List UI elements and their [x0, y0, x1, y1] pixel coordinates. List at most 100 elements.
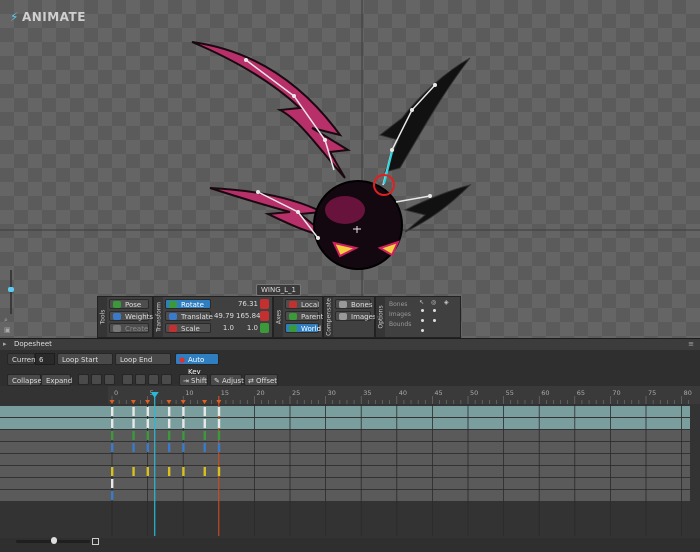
- axes-local-button[interactable]: Local: [285, 299, 319, 309]
- trash-icon[interactable]: [161, 374, 172, 385]
- compensate-panel: Compensate Bones Images: [323, 296, 377, 338]
- lock-keys-icon[interactable]: [91, 374, 102, 385]
- keyframe-anim: [111, 407, 114, 416]
- ruler-frame-label: 40: [399, 389, 407, 397]
- keyframe-bone: [132, 419, 135, 428]
- expand-button[interactable]: Expand: [41, 374, 72, 386]
- ruler-frame-label: 30: [328, 389, 336, 397]
- fit-view-icon[interactable]: ▣: [4, 326, 14, 334]
- ruler-frame-label: 75: [648, 389, 656, 397]
- loop-start-button[interactable]: Loop Start: [57, 353, 113, 365]
- options-select-icon[interactable]: ↖: [419, 299, 426, 306]
- keyframe-anim: [146, 407, 149, 416]
- tools-panel: Tools Pose Weights Create: [97, 296, 153, 338]
- ruler-frame-label: 10: [185, 389, 193, 397]
- timeline-row: [0, 442, 690, 453]
- animation-viewport[interactable]: ⚡ ANIMATE ⌕ ▣ WING_L_1 Tools Pose Weight…: [0, 0, 700, 338]
- auto-key-button[interactable]: ● Auto Key: [175, 353, 219, 376]
- keyframe-attach: [132, 467, 135, 476]
- ruler-frame-label: 80: [684, 389, 692, 397]
- adjust-button[interactable]: ✎ Adjust: [210, 374, 244, 386]
- timeline-row: [0, 454, 690, 465]
- translate-key-button[interactable]: [260, 311, 269, 321]
- keyframe-bone: [182, 419, 185, 428]
- options-images-select-toggle[interactable]: [421, 319, 424, 322]
- options-bones-visible-toggle[interactable]: [433, 309, 436, 312]
- home-icon[interactable]: [78, 374, 89, 385]
- pink-wing-upper: [191, 41, 352, 179]
- options-images-label: Images: [389, 311, 411, 318]
- keyframe-attach: [167, 467, 171, 476]
- current-frame-input[interactable]: 6: [35, 353, 55, 365]
- options-visible-icon[interactable]: ◎: [431, 299, 438, 306]
- keyframe-flip: [111, 479, 114, 488]
- keyframe-translate: [167, 443, 171, 452]
- shift-button[interactable]: ⇥ Shift: [179, 374, 208, 386]
- bones-icon: [339, 301, 347, 308]
- keyframe-bone: [167, 419, 171, 428]
- zoom-slider-thumb[interactable]: [8, 287, 14, 292]
- options-images-visible-toggle[interactable]: [433, 319, 436, 322]
- copy-icon[interactable]: [122, 374, 133, 385]
- timeline-row: [0, 490, 690, 501]
- rotate-tool-button[interactable]: Rotate: [165, 299, 211, 309]
- pose-icon: [113, 301, 121, 308]
- translate-y-value[interactable]: 165.84: [236, 311, 261, 321]
- weights-tool-button[interactable]: Weights: [109, 311, 153, 321]
- compensate-bones-button[interactable]: Bones: [335, 299, 372, 309]
- translate-icon: [169, 313, 177, 320]
- offset-button[interactable]: ⇄ Offset: [244, 374, 278, 386]
- create-icon: [113, 325, 121, 332]
- keyframe-anim: [167, 407, 171, 416]
- character-artwork: [0, 0, 700, 338]
- local-axes-icon: [289, 301, 297, 308]
- options-bones-select-toggle[interactable]: [421, 309, 424, 312]
- axes-world-button[interactable]: World: [285, 323, 321, 333]
- scale-tool-button[interactable]: Scale: [165, 323, 211, 333]
- timeline-zoom-end-icon[interactable]: [92, 538, 99, 545]
- rotate-key-button[interactable]: [260, 299, 269, 309]
- keyframe-rotate: [217, 431, 221, 440]
- scale-x-value[interactable]: 1.0: [212, 323, 234, 333]
- loop-end-button[interactable]: Loop End: [115, 353, 171, 365]
- keyframe-translate: [146, 443, 149, 452]
- scale-y-value[interactable]: 1.0: [236, 323, 258, 333]
- compensate-images-button[interactable]: Images: [335, 311, 377, 321]
- axes-parent-button[interactable]: Parent: [285, 311, 323, 321]
- keyframe-draworder: [111, 491, 114, 500]
- timeline-zoom-thumb[interactable]: [51, 537, 57, 544]
- keyframe-translate: [203, 443, 206, 452]
- scale-key-button[interactable]: [260, 323, 269, 333]
- panel-menu-icon[interactable]: ≡: [688, 340, 694, 348]
- options-bounds-select-toggle[interactable]: [421, 329, 424, 332]
- dopesheet-icon: ▸: [3, 340, 7, 348]
- options-tag-icon[interactable]: ◈: [444, 299, 451, 306]
- ruler-frame-label: 50: [470, 389, 478, 397]
- zoom-slider[interactable]: [10, 270, 12, 314]
- delete-key-icon[interactable]: [148, 374, 159, 385]
- ruler-frame-label: 60: [541, 389, 549, 397]
- options-bones-label: Bones: [389, 301, 408, 308]
- zoom-icon[interactable]: ⌕: [4, 316, 14, 324]
- keyframe-anim: [132, 407, 135, 416]
- ghost-icon[interactable]: [104, 374, 115, 385]
- rotate-icon: [169, 301, 177, 308]
- parent-axes-icon: [289, 313, 297, 320]
- dopesheet-timeline[interactable]: 05101520253035404550556065707580: [0, 386, 700, 538]
- create-tool-button[interactable]: Create: [109, 323, 149, 333]
- translate-tool-button[interactable]: Translate: [165, 311, 213, 321]
- keyframe-bone: [146, 419, 149, 428]
- keyframe-translate: [111, 443, 114, 452]
- keyframe-attach: [182, 467, 185, 476]
- pose-tool-button[interactable]: Pose: [109, 299, 149, 309]
- selected-bone-label: WING_L_1: [256, 284, 301, 296]
- keyframe-translate: [132, 443, 135, 452]
- paste-icon[interactable]: [135, 374, 146, 385]
- timeline-row: [0, 466, 690, 477]
- ruler-frame-label: 70: [612, 389, 620, 397]
- rotate-value[interactable]: 76.31: [214, 299, 258, 309]
- translate-x-value[interactable]: 49.79: [212, 311, 234, 321]
- keyframe-attach: [217, 467, 221, 476]
- collapse-button[interactable]: Collapse: [7, 374, 42, 386]
- timeline-row: [0, 418, 690, 429]
